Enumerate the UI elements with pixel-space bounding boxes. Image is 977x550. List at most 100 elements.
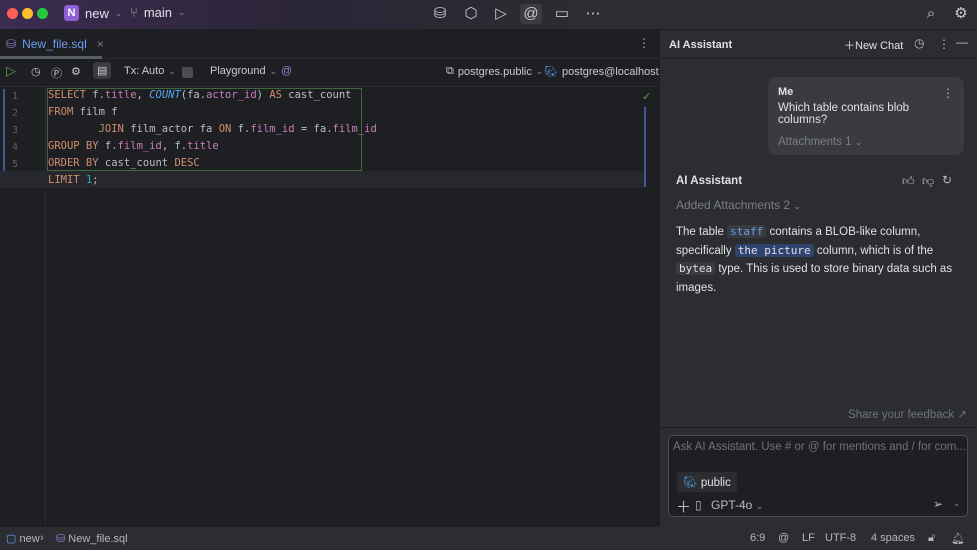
sql-editor[interactable]: 123456 SELECT f.title, COUNT(fa.actor_id… <box>0 87 659 525</box>
file-label: New_file.sql <box>68 533 128 545</box>
thumbs-up-icon[interactable]: 👍︎ <box>902 174 915 189</box>
history-icon[interactable]: ◷ <box>914 36 924 50</box>
reply-text-part: The table <box>676 226 728 238</box>
title-bar: Nnew ⌄ ⑂ main ⌄ ⛁ ⬡ ▷ @ ▭ ⋯ ⌕ ⚙ <box>0 0 977 29</box>
editor-tab-bar: ⛁ New_file.sql × ⋮ <box>0 30 659 59</box>
code-line: GROUP BY f.film_id, f.title <box>48 138 219 155</box>
code-token: actor_id <box>206 89 257 101</box>
selected-text: the picture <box>734 243 814 257</box>
gear-icon[interactable]: ⚙ <box>950 4 972 24</box>
tab-options-icon[interactable]: ⋮ <box>638 36 650 50</box>
datasource-selector[interactable]: 🐘︎postgres@localhost⌄ <box>544 65 670 79</box>
code-token: LIMIT <box>48 174 80 186</box>
breadcrumb-project[interactable]: ▢ new <box>6 532 40 545</box>
regenerate-icon[interactable]: ↻ <box>942 173 952 187</box>
new-chat-button[interactable]: ＋New Chat <box>844 37 903 53</box>
execute-icon[interactable]: ▷ <box>6 63 16 79</box>
code-token: ON <box>218 123 232 135</box>
settings-icon[interactable]: ⚙ <box>71 65 81 78</box>
added-attachments-toggle[interactable]: Added Attachments 2 ⌄ <box>676 198 801 212</box>
code-token: , <box>136 89 150 101</box>
code-token: ORDER BY <box>48 157 99 169</box>
code-line: ORDER BY cast_count DESC <box>48 155 200 172</box>
indent-setting[interactable]: 4 spaces <box>871 532 915 544</box>
line-separator[interactable]: LF <box>802 532 815 544</box>
minimize-icon[interactable]: — <box>956 35 968 49</box>
more-icon[interactable]: ⋮ <box>938 37 950 51</box>
thumbs-down-icon[interactable]: 👎︎ <box>922 174 934 189</box>
more-icon[interactable]: ⋯ <box>582 4 604 24</box>
datasource-label: postgres@localhost <box>561 65 659 78</box>
code-token: f. <box>85 89 105 101</box>
model-selector[interactable]: GPT-4o ⌄ <box>711 498 763 512</box>
minimize-window-button[interactable] <box>22 8 33 19</box>
chat-input[interactable]: Ask AI Assistant. Use # or @ for mention… <box>668 435 968 517</box>
prompt-library-icon[interactable]: ▯ <box>695 498 702 512</box>
run-icon[interactable]: ▷ <box>490 4 512 24</box>
encoding[interactable]: UTF-8 <box>825 532 856 544</box>
share-feedback-link[interactable]: Share your feedback ↗ <box>848 407 967 421</box>
send-icon[interactable]: ➢ <box>933 497 943 511</box>
branch-icon: ⑂ <box>130 5 138 20</box>
chevron-down-icon: ⌄ <box>114 7 123 18</box>
reply-author: AI Assistant <box>676 175 743 187</box>
schema-label: postgres.public <box>457 65 532 78</box>
chat-input-placeholder: Ask AI Assistant. Use # or @ for mention… <box>673 441 966 453</box>
tab-label: New_file.sql <box>22 37 87 51</box>
code-line: JOIN film_actor fa ON f.film_id = fa.fil… <box>48 121 377 138</box>
project-badge: N <box>64 5 79 21</box>
send-options-icon[interactable]: ⌄ <box>953 498 961 509</box>
ai-assistant-icon[interactable]: @ <box>520 4 542 24</box>
project-selector[interactable]: Nnew ⌄ <box>64 5 122 21</box>
reply-text-part: column, which is of the <box>813 244 934 257</box>
chevron-down-icon: ⌄ <box>178 7 186 17</box>
code-token: film_id <box>117 140 162 152</box>
project-label: new <box>19 533 40 545</box>
postgres-icon: 🐘︎ <box>544 66 558 78</box>
tx-mode-selector[interactable]: Tx: Auto ⌄ <box>124 65 176 77</box>
divider <box>660 427 977 428</box>
search-icon[interactable]: ⌕ <box>920 4 942 24</box>
context-chip-label: public <box>700 477 731 489</box>
stop-icon[interactable] <box>182 67 193 78</box>
schema-selector[interactable]: ⧉ postgres.public ⌄ <box>446 65 543 78</box>
reply-text: The table staff contains a BLOB-like col… <box>676 223 966 297</box>
line-number: 4 <box>12 142 19 153</box>
caret-position[interactable]: 6:9 <box>750 532 765 544</box>
close-window-button[interactable] <box>7 8 18 19</box>
ai-status-icon[interactable]: @ <box>778 532 789 544</box>
notifications-icon[interactable]: 🔔︎ <box>951 532 965 545</box>
code-token: f. <box>231 123 251 135</box>
output-toggle-icon[interactable]: ▤ <box>93 62 112 79</box>
user-message: Me ⋮ Which table contains blob columns? … <box>768 77 964 155</box>
close-tab-icon[interactable]: × <box>97 37 104 51</box>
project-name: new <box>85 5 109 21</box>
ai-icon[interactable]: @ <box>281 65 292 77</box>
playground-selector[interactable]: Playground ⌄ <box>210 65 277 77</box>
tab-new-file[interactable]: ⛁ New_file.sql × <box>6 37 104 51</box>
plus-icon: ＋ <box>844 40 855 52</box>
code-token: ; <box>92 174 99 186</box>
folder-icon[interactable]: ▭ <box>551 4 573 24</box>
lock-icon[interactable]: 🔓︎ <box>928 532 935 545</box>
code-token: ) <box>256 89 270 101</box>
sql-file-icon: ⛁ <box>6 37 17 51</box>
add-icon[interactable]: ＋ <box>676 496 691 517</box>
explain-plan-icon[interactable]: Ⓟ <box>51 65 62 81</box>
code-token: cast_count <box>98 157 175 169</box>
context-chip[interactable]: 🐘︎ public <box>677 472 737 492</box>
branch-selector[interactable]: ⑂ main ⌄ <box>130 5 186 20</box>
run-config-icon[interactable]: ⬡ <box>460 4 482 24</box>
maximize-window-button[interactable] <box>37 8 48 19</box>
line-gutter: 123456 <box>0 87 46 525</box>
history-icon[interactable]: ◷ <box>31 65 41 78</box>
attachments-toggle[interactable]: Attachments 1 ⌄ <box>778 136 954 148</box>
model-label: GPT-4o <box>711 498 753 512</box>
message-options-icon[interactable]: ⋮ <box>942 86 954 100</box>
scrollbar[interactable] <box>644 107 646 187</box>
message-author: Me <box>778 86 794 98</box>
breadcrumb-file[interactable]: ⛁ New_file.sql <box>56 532 128 545</box>
database-icon[interactable]: ⛁ <box>429 4 451 24</box>
line-number: 5 <box>12 159 19 170</box>
